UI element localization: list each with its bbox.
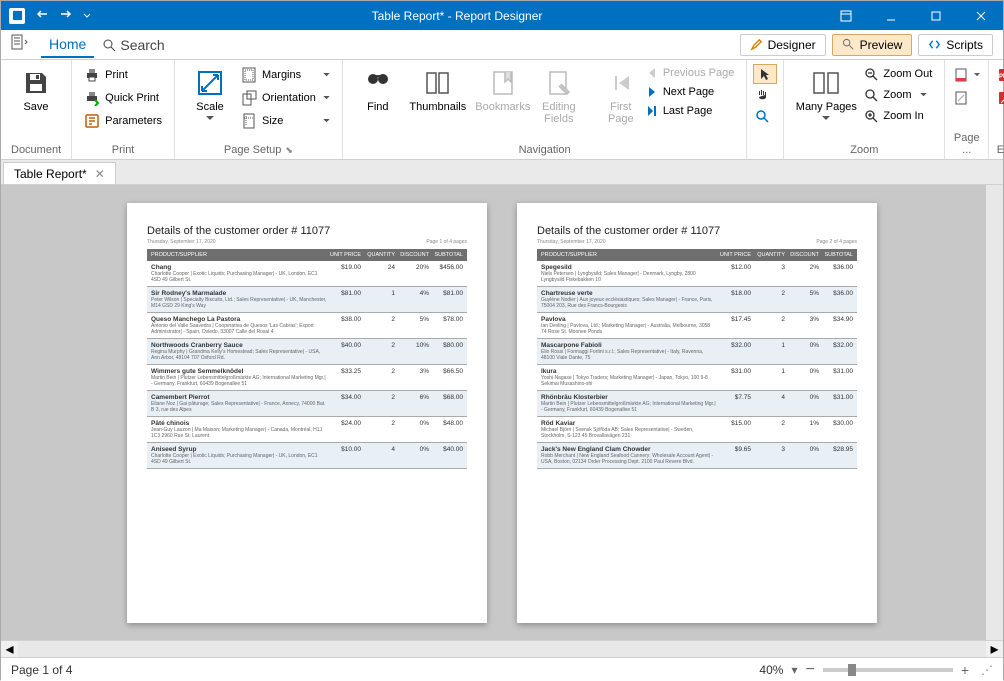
hand-tool[interactable] [753,85,777,105]
group-zoom: Many Pages Zoom Out Zoom Zoom In Zoom [784,60,945,159]
parameters-button[interactable]: Parameters [82,110,164,132]
back-icon[interactable] [35,7,49,24]
group-page: Page ... [945,60,989,159]
zoom-out-button[interactable]: Zoom Out [862,64,934,84]
table-row: Sir Rodney's MarmaladePeter Wilson | Spe… [147,287,467,313]
window-title: Table Report* - Report Designer [91,9,823,23]
group-mouse [747,60,784,159]
view-preview-button[interactable]: Preview [832,34,913,56]
titlebar: Table Report* - Report Designer [1,1,1003,30]
table-row: Camembert PierrotEliane Noz | Gai pâtura… [147,391,467,417]
editing-fields-button: Editing Fields [537,64,581,125]
report-page-1: Details of the customer order # 11077 Th… [127,203,487,623]
scale-button[interactable]: Scale [185,64,235,121]
table-row: Wimmers gute SemmelknödelMartin Bein | P… [147,365,467,391]
svg-text:PDF: PDF [999,74,1004,80]
close-tab-icon[interactable]: ✕ [95,167,105,181]
zoom-in-button[interactable]: Zoom In [862,106,934,126]
zoom-slider[interactable] [823,668,953,672]
bookmarks-button: Bookmarks [473,64,533,113]
close-button[interactable] [958,1,1003,30]
horizontal-scrollbar[interactable]: ◂ ▸ [1,640,1003,657]
zoom-dropdown-icon[interactable]: ▾ [791,663,797,677]
vertical-scrollbar[interactable] [986,185,1003,640]
zoom-minus-button[interactable]: − [805,661,814,679]
export-pdf-button[interactable]: PDF [995,64,1004,86]
last-page-button[interactable]: Last Page [644,102,737,120]
zoom-button[interactable]: Zoom [862,85,934,105]
table-row: Jack's New England Clam ChowderRobb Merc… [537,443,857,469]
table-row: Röd KaviarMichael Björn | Svensk Sjöföda… [537,417,857,443]
many-pages-button[interactable]: Many Pages [794,64,858,121]
forward-icon[interactable] [59,7,73,24]
group-document: Save Document [1,60,72,159]
table-row: PavlovaIan Devling | Pavlova, Ltd.; Mark… [537,313,857,339]
resize-grip-icon[interactable]: ⋰ [981,663,993,677]
ribbon-toggle-icon[interactable] [823,1,868,30]
save-button[interactable]: Save [11,64,61,113]
table-row: Rhönbräu KlosterbierMartin Bein | Plutze… [537,391,857,417]
pointer-tool[interactable] [753,64,777,84]
minimize-button[interactable] [868,1,913,30]
next-page-button[interactable]: Next Page [644,83,737,101]
zoom-plus-button[interactable]: + [961,662,969,678]
group-navigation: Find Thumbnails Bookmarks Editing Fields… [343,60,748,159]
dropdown-icon[interactable] [83,9,91,23]
app-icon [9,8,25,24]
table-row: Queso Manchego La PastoraAntonio del Val… [147,313,467,339]
orientation-button[interactable]: Orientation [239,87,332,109]
document-tab[interactable]: Table Report* ✕ [3,162,116,184]
table-row: ChangCharlotte Cooper | Exotic Liquids; … [147,261,467,287]
size-button[interactable]: Size [239,110,332,132]
tab-home[interactable]: Home [41,32,94,58]
find-button[interactable]: Find [353,64,403,113]
previous-page-button: Previous Page [644,64,737,82]
view-scripts-button[interactable]: Scripts [918,34,993,56]
table-row: Pâté chinoisJean-Guy Lauzon | Ma Maison;… [147,417,467,443]
zoom-percent: 40% [759,663,783,677]
group-export: PDF Exp... [989,60,1004,159]
app-menu-button[interactable] [11,34,29,55]
scroll-left-icon[interactable]: ◂ [1,641,18,658]
page-indicator: Page 1 of 4 [11,663,72,677]
ribbon: Save Document Print Quick Print Paramete… [1,60,1003,160]
group-print: Print Quick Print Parameters Print [72,60,175,159]
quick-print-button[interactable]: Quick Print [82,87,164,109]
print-button[interactable]: Print [82,64,164,86]
tab-search[interactable]: Search [94,33,172,57]
document-tabs: Table Report* ✕ [1,160,1003,185]
table-row: Chartreuse verteGuylène Nodier | Aux joy… [537,287,857,313]
table-row: Mascarpone FabioliElio Rossi | Formaggi … [537,339,857,365]
table-row: Aniseed SyrupCharlotte Cooper | Exotic L… [147,443,467,469]
send-pdf-button[interactable] [995,87,1004,109]
table-row: IkuraYoshi Nagase | Tokyo Traders; Marke… [537,365,857,391]
first-page-button: First Page [602,64,640,125]
view-designer-button[interactable]: Designer [740,34,826,56]
ribbon-tabs: Home Search Designer Preview Scripts [1,30,1003,60]
group-page-setup: Scale Margins Orientation Size Page Setu… [175,60,343,159]
table-header: PRODUCT/SUPPLIER UNIT PRICE QUANTITY DIS… [537,249,857,261]
maximize-button[interactable] [913,1,958,30]
watermark-button[interactable] [951,87,982,109]
table-row: SpegesildNiels Petersen | Lyngbysild; Sa… [537,261,857,287]
page-color-button[interactable] [951,64,982,86]
table-row: Northwoods Cranberry SauceRegina Murphy … [147,339,467,365]
preview-workspace[interactable]: Details of the customer order # 11077 Th… [1,185,1003,640]
margins-button[interactable]: Margins [239,64,332,86]
scroll-right-icon[interactable]: ▸ [986,641,1003,658]
page-setup-launcher[interactable]: ⬊ [285,145,293,155]
report-page-2: Details of the customer order # 11077 Th… [517,203,877,623]
magnifier-tool[interactable] [753,106,777,126]
thumbnails-button[interactable]: Thumbnails [407,64,469,113]
table-header: PRODUCT/SUPPLIER UNIT PRICE QUANTITY DIS… [147,249,467,261]
statusbar: Page 1 of 4 40% ▾ − + ⋰ [1,657,1003,681]
